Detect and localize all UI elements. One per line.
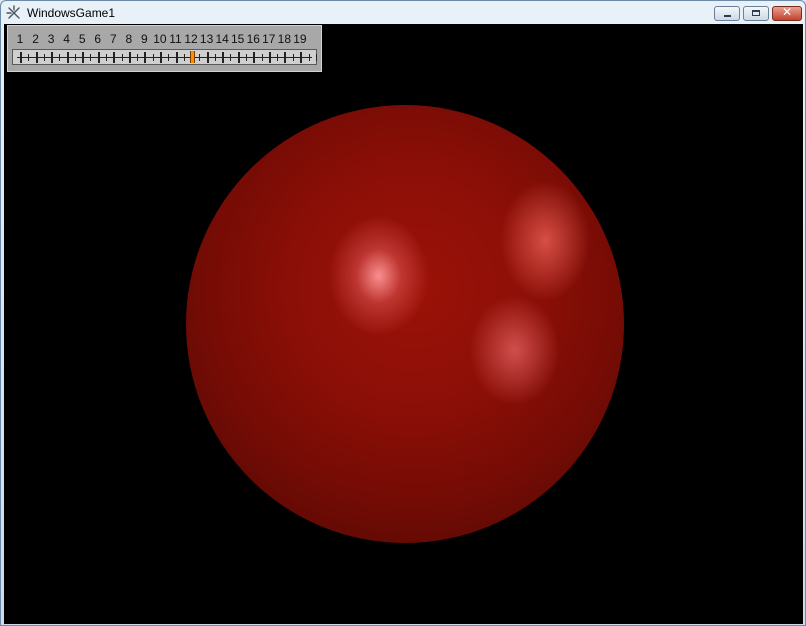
slider-tick-major: [20, 52, 22, 63]
slider-label-13: 13: [199, 32, 214, 46]
slider-tick-minor: [230, 54, 232, 61]
slider-label-2: 2: [32, 32, 39, 46]
slider-label-5: 5: [78, 32, 86, 46]
slider-tick-minor: [74, 54, 76, 61]
slider-tick-major: [222, 52, 225, 63]
minimize-icon: [724, 15, 731, 17]
slider-tick-major: [206, 52, 209, 63]
slider-label-16: 16: [246, 32, 260, 46]
slider-track[interactable]: [12, 49, 318, 65]
red-sphere: [186, 105, 624, 543]
slider-tick-major: [284, 52, 287, 63]
slider-label-12: 12: [184, 32, 198, 46]
slider-label-11: 11: [169, 32, 182, 46]
slider-label-7: 7: [109, 32, 117, 46]
slider-tick-major: [299, 52, 302, 63]
slider-tick-minor: [308, 54, 310, 61]
slider-panel: 1 2 3 4 5 6 7 8 9 10 11 12 13 14 15 16 17 18 19: [7, 25, 322, 72]
slider-label-18: 18: [277, 32, 292, 46]
slider-label-4: 4: [63, 32, 70, 46]
slider-tick-minor: [199, 54, 201, 61]
slider-label-10: 10: [153, 32, 167, 46]
slider-tick-major: [66, 52, 69, 63]
window-title: WindowsGame1: [27, 6, 116, 20]
slider-tick-minor: [59, 54, 61, 61]
slider-tick-major: [237, 52, 240, 63]
slider-label-3: 3: [47, 32, 55, 46]
close-icon: ✕: [781, 5, 793, 19]
slider-tick-major: [159, 52, 162, 63]
slider-label-17: 17: [262, 32, 276, 46]
slider-label-9: 9: [141, 32, 148, 46]
slider-tick-major: [82, 52, 85, 63]
slider-tick-minor: [168, 54, 170, 61]
slider-tick-major: [128, 52, 131, 63]
slider-tick-major: [97, 52, 100, 63]
game-window: WindowsGame1 ✕ 1 2 3 4 5 6 7 8 9 10 11 12 13 14 15 16 17…: [0, 0, 806, 626]
close-button[interactable]: ✕: [772, 5, 802, 21]
slider-tick-major: [253, 52, 256, 63]
slider-tick-minor: [183, 54, 185, 61]
slider-tick-major: [144, 52, 147, 63]
title-bar[interactable]: WindowsGame1 ✕: [1, 1, 805, 25]
maximize-icon: [752, 10, 760, 16]
maximize-button[interactable]: [743, 6, 769, 21]
slider-tick-minor: [245, 54, 247, 61]
slider-track-line: [17, 57, 312, 58]
slider-tick-minor: [106, 54, 108, 61]
slider-label-14: 14: [215, 32, 229, 46]
slider-tick-major: [268, 52, 271, 63]
slider-tick-minor: [137, 54, 139, 61]
game-viewport[interactable]: 1 2 3 4 5 6 7 8 9 10 11 12 13 14 15 16 17 18 19: [4, 24, 803, 624]
slider-tick-minor: [292, 54, 294, 61]
slider-tick-minor: [28, 54, 30, 61]
slider-tick-minor: [43, 54, 45, 61]
slider-tick-minor: [121, 54, 123, 61]
slider-tick-major: [35, 52, 38, 63]
slider-thumb[interactable]: [190, 51, 196, 63]
xna-game-icon: [6, 5, 20, 19]
slider-tick-minor: [261, 54, 263, 61]
slider-label-8: 8: [125, 32, 133, 46]
slider-tick-minor: [277, 54, 279, 61]
slider-tick-minor: [90, 54, 92, 61]
slider-label-1: 1: [16, 32, 24, 46]
slider-tick-major: [113, 52, 116, 63]
slider-label-6: 6: [94, 32, 102, 46]
slider-label-15: 15: [231, 32, 245, 46]
slider-tick-major: [51, 52, 54, 63]
slider-tick-major: [175, 52, 178, 63]
minimize-button[interactable]: [714, 6, 740, 21]
slider-label-19: 19: [293, 32, 307, 46]
slider-tick-minor: [152, 54, 154, 61]
slider-tick-minor: [214, 54, 216, 61]
slider-tick-minor: [316, 54, 318, 61]
